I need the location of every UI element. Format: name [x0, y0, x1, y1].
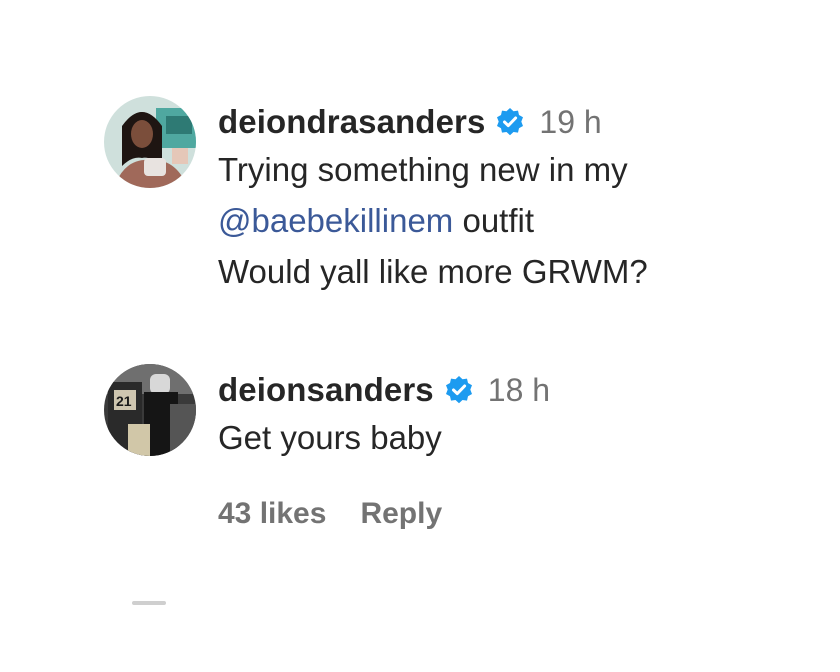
- comment-deiondrasanders: deiondrasanders 19 h Trying something ne…: [104, 96, 648, 297]
- username[interactable]: deionsanders: [218, 371, 434, 409]
- next-comment-avatar-edge: [132, 601, 166, 605]
- comment-actions: 43 likes Reply: [218, 497, 442, 531]
- comment-text-line-2: @baebekillinem outfit: [218, 195, 648, 246]
- comment-deionsanders: 21 deionsanders 18 h Get yours baby: [104, 364, 550, 463]
- avatar[interactable]: [104, 96, 196, 188]
- verified-badge-icon: [495, 107, 525, 137]
- comment-text: Get yours baby: [218, 419, 442, 456]
- username[interactable]: deiondrasanders: [218, 103, 485, 141]
- avatar-image: [104, 96, 196, 188]
- reply-button[interactable]: Reply: [360, 497, 442, 531]
- comment-text-line-3: Would yall like more GRWM?: [218, 253, 648, 290]
- likes-count[interactable]: 43 likes: [218, 497, 326, 531]
- timestamp: 19 h: [539, 103, 602, 140]
- avatar-image: 21: [104, 364, 196, 456]
- mention-link[interactable]: @baebekillinem: [218, 202, 453, 239]
- svg-text:21: 21: [116, 393, 132, 409]
- comment-text-segment: outfit: [453, 202, 535, 239]
- verified-badge-icon: [444, 375, 474, 405]
- avatar[interactable]: 21: [104, 364, 196, 456]
- comment-text-line-1: Trying something new in my: [218, 151, 628, 188]
- timestamp: 18 h: [487, 371, 551, 408]
